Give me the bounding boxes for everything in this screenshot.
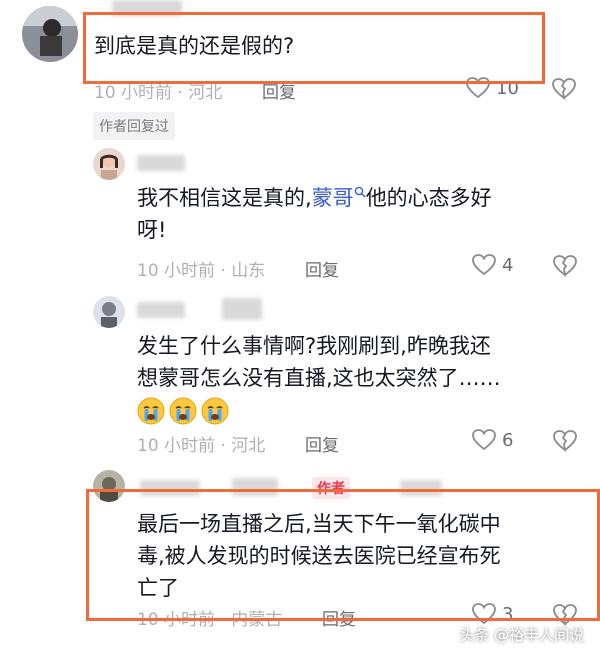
crying-emoji-icon xyxy=(137,397,165,425)
comment-meta: 10 小时前 · 山东 xyxy=(137,261,266,281)
watermark: 头条 @裕丰人间说 xyxy=(459,624,584,645)
like-button[interactable]: 6 xyxy=(472,429,513,451)
comment-location: 河北 xyxy=(231,436,266,456)
reply-button[interactable]: 回复 xyxy=(305,431,339,456)
crying-emoji-icon xyxy=(201,397,229,425)
comment-location: 山东 xyxy=(231,261,266,281)
mention-text: 蒙哥 xyxy=(311,186,354,210)
comment-text-part: 发生了什么事情啊?我刚刷到,昨晚我还 xyxy=(137,334,491,358)
comment-text: 发生了什么事情啊?我刚刷到,昨晚我还 想蒙哥怎么没有直播,这也太突然了…… xyxy=(137,330,501,426)
emoji-row xyxy=(137,397,233,425)
comment-time: 10 小时前 xyxy=(94,83,173,103)
like-count: 4 xyxy=(502,254,514,276)
watermark-text: 头条 @裕丰人间说 xyxy=(459,626,584,644)
comment-time: 10 小时前 xyxy=(137,261,216,281)
search-mini-icon xyxy=(354,186,366,198)
username-blurred[interactable] xyxy=(137,302,185,318)
comment-text-part: 他的心态多好 xyxy=(365,186,492,210)
heart-icon xyxy=(472,429,496,451)
mention-link[interactable]: 蒙哥 xyxy=(312,186,366,210)
dislike-button[interactable] xyxy=(552,78,576,104)
comment-text: 我不相信这是真的,蒙哥 他的心态多好 呀! xyxy=(137,182,492,246)
avatar[interactable] xyxy=(93,296,125,328)
like-count: 6 xyxy=(502,429,514,451)
broken-heart-icon xyxy=(553,430,577,453)
avatar[interactable] xyxy=(22,6,78,62)
broken-heart-icon xyxy=(552,78,576,101)
comment-text-part: 呀! xyxy=(137,218,167,242)
author-replied-badge: 作者回复过 xyxy=(93,112,175,140)
reply-button[interactable]: 回复 xyxy=(305,256,339,281)
broken-heart-icon xyxy=(553,255,577,278)
highlight-box xyxy=(83,12,545,84)
comment-text-part: 我不相信这是真的, xyxy=(137,186,312,210)
dislike-button[interactable] xyxy=(553,255,577,281)
dislike-button[interactable] xyxy=(553,430,577,456)
highlight-box xyxy=(86,489,600,621)
avatar[interactable] xyxy=(93,148,125,180)
username-blurred[interactable] xyxy=(137,155,185,171)
comment-time: 10 小时前 xyxy=(137,436,216,456)
like-button[interactable]: 4 xyxy=(472,254,513,276)
crying-emoji-icon xyxy=(169,397,197,425)
heart-icon xyxy=(472,254,496,276)
username-blurred[interactable] xyxy=(222,298,262,320)
comment-location: 河北 xyxy=(188,83,223,103)
comment-meta: 10 小时前 · 河北 xyxy=(137,436,266,456)
comment-text-part: 想蒙哥怎么没有直播,这也太突然了…… xyxy=(137,366,501,390)
